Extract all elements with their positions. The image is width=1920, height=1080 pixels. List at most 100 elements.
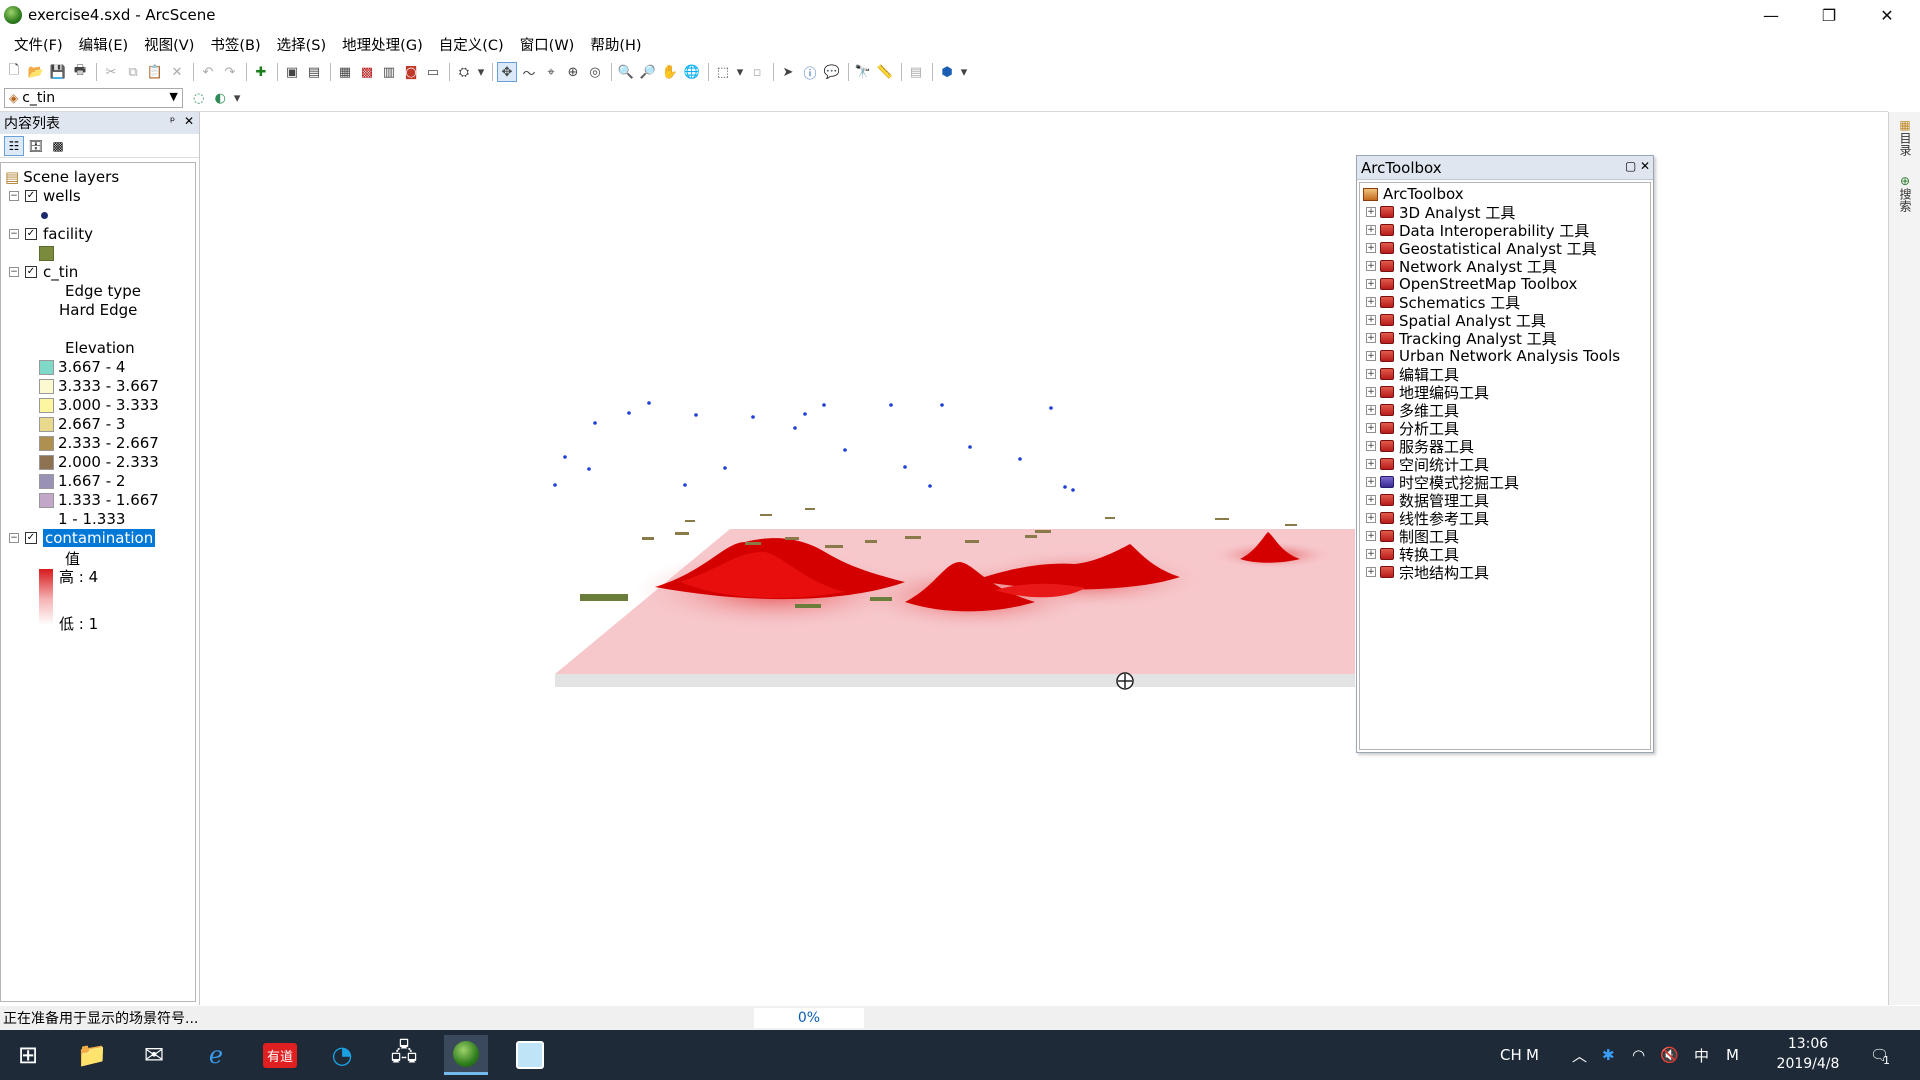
select-elements-icon[interactable]: ➤ (778, 62, 798, 82)
expand-icon[interactable]: + (1366, 369, 1376, 379)
close-icon[interactable]: ✕ (184, 114, 194, 128)
catalog-tab[interactable]: ▦ 目录 (1896, 118, 1914, 159)
search-tab[interactable]: ⊕ 搜索 (1896, 174, 1914, 215)
legend-icon[interactable]: ▤ (906, 62, 926, 82)
menu-geoprocessing[interactable]: 地理处理(G) (334, 34, 431, 55)
layer-transparency-icon[interactable]: ◌ (189, 88, 209, 108)
ime-m-indicator[interactable]: M (1726, 1030, 1739, 1080)
pin-icon[interactable]: ᵖ (170, 114, 175, 128)
model-builder-icon[interactable]: ⛭ (454, 62, 474, 82)
input-language[interactable]: 中 (1694, 1030, 1709, 1080)
arctoolbox-window-icon[interactable]: ▩ (357, 62, 377, 82)
undo-icon[interactable]: ↶ (198, 62, 218, 82)
system-clock[interactable]: 13:06 2019/4/8 (1768, 1034, 1848, 1074)
redo-icon[interactable]: ↷ (220, 62, 240, 82)
minimize-button[interactable]: — (1742, 0, 1800, 30)
maximize-icon[interactable]: ▢ (1625, 159, 1636, 173)
tray-chevron-icon[interactable]: ︿ (1572, 1030, 1587, 1080)
menu-customize[interactable]: 自定义(C) (431, 34, 512, 55)
volume-muted-icon[interactable]: 🔇 (1660, 1030, 1679, 1080)
collapse-icon[interactable]: − (9, 533, 19, 543)
close-button[interactable]: ✕ (1858, 0, 1916, 30)
expand-icon[interactable]: + (1366, 279, 1376, 289)
zoom-in-icon[interactable]: 🔍 (616, 62, 636, 82)
youdao-dict-icon[interactable]: 有道 (258, 1035, 302, 1075)
zoom-out-icon[interactable]: 🔎 (638, 62, 658, 82)
expand-icon[interactable]: + (1366, 297, 1376, 307)
expand-icon[interactable]: + (1366, 441, 1376, 451)
expand-icon[interactable]: + (1366, 207, 1376, 217)
copy-icon[interactable]: ⧉ (123, 62, 143, 82)
menu-view[interactable]: 视图(V) (136, 34, 202, 55)
center-on-target-icon[interactable]: ⌖ (541, 62, 561, 82)
animation-icon[interactable]: ◙ (401, 62, 421, 82)
toolbox-item[interactable]: + 宗地结构工具 (1366, 561, 1489, 583)
list-by-source-icon[interactable]: 🗄 (26, 136, 46, 156)
dropdown-arrow-icon[interactable]: ▾ (476, 62, 486, 82)
ime-mode[interactable]: M (1526, 1030, 1539, 1080)
viewer-icon[interactable]: ▭ (423, 62, 443, 82)
c-tin-visibility-checkbox[interactable]: ✓ (25, 266, 37, 278)
open-folder-icon[interactable]: 📂 (26, 62, 46, 82)
expand-icon[interactable]: + (1366, 477, 1376, 487)
image-app-icon[interactable] (508, 1035, 552, 1075)
expand-icon[interactable]: + (1366, 261, 1376, 271)
menu-windows[interactable]: 窗口(W) (512, 34, 583, 55)
expand-icon[interactable]: + (1366, 405, 1376, 415)
identify-icon[interactable]: ⓘ (800, 62, 820, 82)
layer-dropdown[interactable]: ◈ c_tin ▼ (4, 88, 183, 108)
new-document-icon[interactable]: 🗋 (4, 62, 24, 82)
toc-window-icon[interactable]: ▦ (335, 62, 355, 82)
wifi-icon[interactable]: ◠ (1632, 1030, 1645, 1080)
file-explorer-icon[interactable]: 📁 (70, 1035, 114, 1075)
expand-icon[interactable]: + (1366, 423, 1376, 433)
menu-help[interactable]: 帮助(H) (582, 34, 649, 55)
paste-icon[interactable]: 📋 (145, 62, 165, 82)
expand-icon[interactable]: + (1366, 549, 1376, 559)
select-features-icon[interactable]: ⬚ (713, 62, 733, 82)
menu-file[interactable]: 文件(F) (6, 34, 71, 55)
expand-icon[interactable]: + (1366, 225, 1376, 235)
arctoolbox-header[interactable]: ArcToolbox ▢ ✕ (1357, 156, 1653, 180)
menu-edit[interactable]: 编辑(E) (71, 34, 136, 55)
delete-icon[interactable]: ✕ (167, 62, 187, 82)
expand-icon[interactable]: + (1366, 531, 1376, 541)
mail-icon[interactable]: ✉ (132, 1035, 176, 1075)
expand-icon[interactable]: + (1366, 315, 1376, 325)
ime-indicator[interactable]: CH (1500, 1030, 1522, 1080)
zoom-to-target-icon[interactable]: ⊕ (563, 62, 583, 82)
cut-icon[interactable]: ✂ (101, 62, 121, 82)
clear-selection-icon[interactable]: ▫ (747, 62, 767, 82)
navigate-icon[interactable]: ✥ (497, 62, 517, 82)
close-icon[interactable]: ✕ (1640, 159, 1650, 173)
find-icon[interactable]: 🔭 (853, 62, 873, 82)
layer-shading-icon[interactable]: ◐ (211, 88, 231, 108)
bluetooth-icon[interactable]: ✱ (1602, 1030, 1615, 1080)
qq-browser-icon[interactable]: ◔ (320, 1035, 364, 1075)
expand-icon[interactable]: + (1366, 567, 1376, 577)
windows-start-icon[interactable]: ⊞ (6, 1035, 50, 1075)
html-popup-icon[interactable]: 💬 (822, 62, 842, 82)
network-app-icon[interactable]: 🖧 (382, 1035, 426, 1075)
menu-bookmarks[interactable]: 书签(B) (202, 34, 268, 55)
edge-browser-icon[interactable]: ℯ (194, 1035, 238, 1075)
collapse-icon[interactable]: − (9, 229, 19, 239)
save-icon[interactable]: 💾 (48, 62, 68, 82)
toc-layer-contamination[interactable]: − ✓ contamination (9, 527, 156, 549)
menu-selection[interactable]: 选择(S) (269, 34, 335, 55)
print-icon[interactable]: 🖶 (70, 62, 90, 82)
measure-icon[interactable]: 📏 (875, 62, 895, 82)
pan-icon[interactable]: ✋ (660, 62, 680, 82)
restore-button[interactable]: ❐ (1800, 0, 1858, 30)
dropdown-arrow-icon[interactable]: ▾ (959, 62, 969, 82)
contamination-visibility-checkbox[interactable]: ✓ (25, 532, 37, 544)
expand-icon[interactable]: + (1366, 243, 1376, 253)
facility-visibility-checkbox[interactable]: ✓ (25, 228, 37, 240)
expand-icon[interactable]: + (1366, 495, 1376, 505)
expand-icon[interactable]: + (1366, 513, 1376, 523)
3d-effects-icon[interactable]: ⬢ (937, 62, 957, 82)
arcscene-taskbar-icon[interactable] (444, 1035, 488, 1075)
collapse-icon[interactable]: − (9, 191, 19, 201)
wells-visibility-checkbox[interactable]: ✓ (25, 190, 37, 202)
full-extent-icon[interactable]: 🌐 (682, 62, 702, 82)
